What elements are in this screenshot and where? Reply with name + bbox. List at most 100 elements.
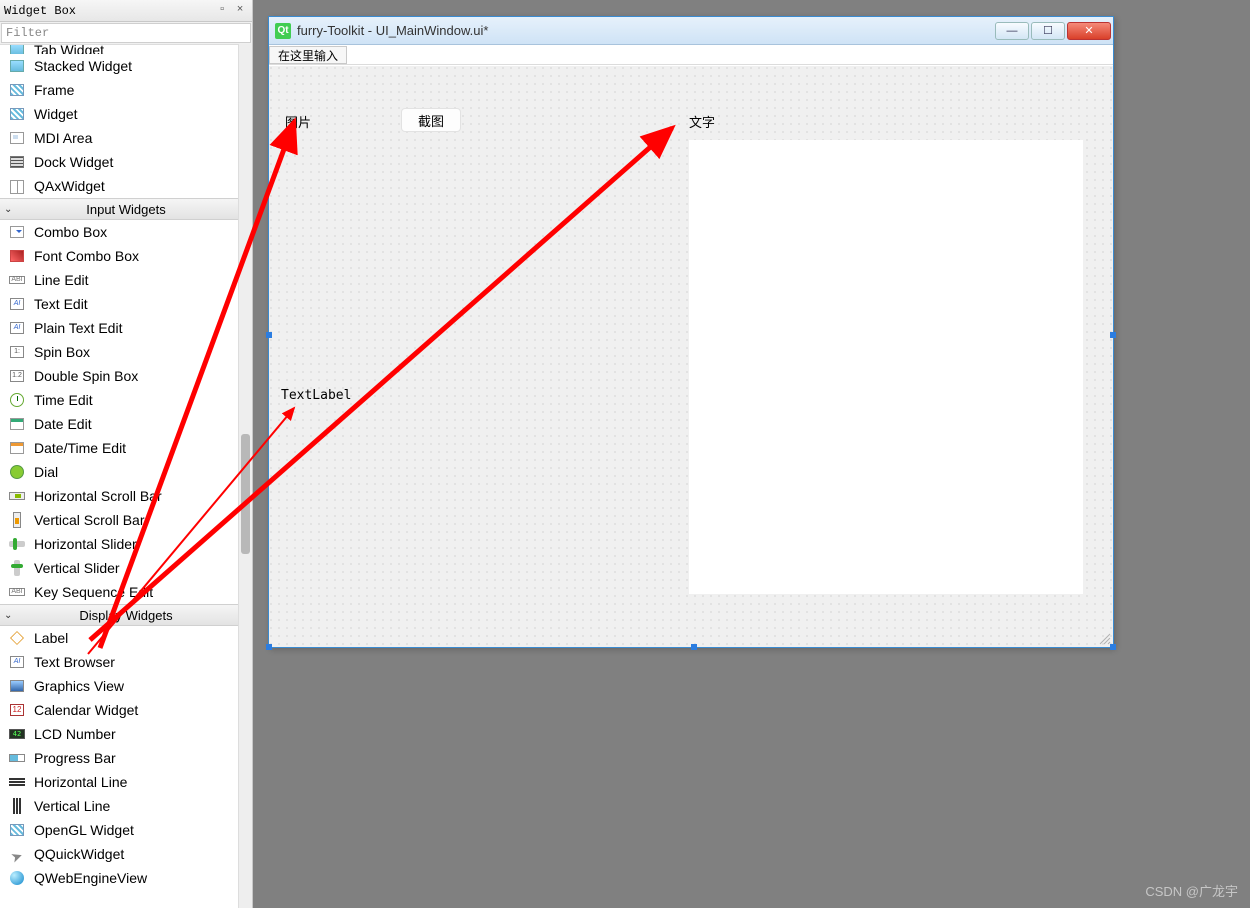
widget-box-close-icon[interactable]: × (232, 3, 248, 19)
frame-icon (8, 82, 26, 98)
widget-item-label: Line Edit (34, 272, 88, 288)
canvas-textlabel[interactable]: TextLabel (281, 388, 351, 403)
widget-item-combo-box[interactable]: Combo Box (0, 220, 252, 244)
dock-widget-icon (8, 154, 26, 170)
size-grip-icon[interactable] (1097, 631, 1111, 645)
qt-logo-icon: Qt (275, 23, 291, 39)
canvas-label-image[interactable]: 图片 (285, 112, 311, 131)
group-header-input-widgets[interactable]: ⌄ Input Widgets (0, 198, 252, 220)
widget-item-qweb[interactable]: QWebEngineView (0, 866, 252, 890)
widget-item-plain-text-edit[interactable]: AIPlain Text Edit (0, 316, 252, 340)
tab-widget-icon (8, 44, 26, 54)
canvas-label-text[interactable]: 文字 (689, 112, 715, 131)
widget-item-label: Dock Widget (34, 154, 113, 170)
widget-item-label: Stacked Widget (34, 58, 132, 74)
text-edit-icon: AI (8, 296, 26, 312)
progress-icon (8, 750, 26, 766)
widget-item-qax-widget[interactable]: QAxWidget (0, 174, 252, 198)
widget-item-label: Date/Time Edit (34, 440, 126, 456)
widget-item-label: Vertical Scroll Bar (34, 512, 144, 528)
widget-item-label: Spin Box (34, 344, 90, 360)
window-maximize-button[interactable]: ☐ (1031, 22, 1065, 40)
widget-item-lcd[interactable]: 42LCD Number (0, 722, 252, 746)
chevron-down-icon: ⌄ (4, 204, 16, 215)
widget-item-label: Frame (34, 82, 74, 98)
widget-item-label: Dial (34, 464, 58, 480)
line-edit-icon: ABI (8, 272, 26, 288)
widget-item-widget[interactable]: Widget (0, 102, 252, 126)
v-line-icon (8, 798, 26, 814)
widget-item-dial[interactable]: Dial (0, 460, 252, 484)
widget-item-graphics-view[interactable]: Graphics View (0, 674, 252, 698)
widget-item-label: Horizontal Slider (34, 536, 137, 552)
widget-box-filter-input[interactable]: Filter (1, 23, 251, 43)
h-scroll-icon (8, 488, 26, 504)
widget-item-label: QAxWidget (34, 178, 105, 194)
widget-item-label: Widget (34, 106, 78, 122)
widget-item-h-scroll[interactable]: Horizontal Scroll Bar (0, 484, 252, 508)
widget-item-label: OpenGL Widget (34, 822, 134, 838)
widget-item-label[interactable]: Label (0, 626, 252, 650)
widget-item-v-line[interactable]: Vertical Line (0, 794, 252, 818)
widget-item-stacked-widget[interactable]: Stacked Widget (0, 54, 252, 78)
spin-box-icon: 1: (8, 344, 26, 360)
mdi-area-icon (8, 130, 26, 146)
font-combo-box-icon (8, 248, 26, 264)
widget-item-font-combo-box[interactable]: Font Combo Box (0, 244, 252, 268)
calendar-icon: 12 (8, 702, 26, 718)
qweb-icon (8, 870, 26, 886)
widget-box-title: Widget Box (4, 4, 212, 18)
dial-icon (8, 464, 26, 480)
designer-titlebar: Qt furry-Toolkit - UI_MainWindow.ui* — ☐… (269, 17, 1113, 45)
widget-item-calendar[interactable]: 12Calendar Widget (0, 698, 252, 722)
menu-type-here[interactable]: 在这里输入 (269, 46, 347, 64)
widget-item-time-edit[interactable]: Time Edit (0, 388, 252, 412)
widget-item-v-slider[interactable]: Vertical Slider (0, 556, 252, 580)
widget-item-double-spin-box[interactable]: 1.2Double Spin Box (0, 364, 252, 388)
widget-item-v-scroll[interactable]: Vertical Scroll Bar (0, 508, 252, 532)
widget-item-label: Tab Widget (34, 44, 104, 54)
key-seq-icon: ABI (8, 584, 26, 600)
group-header-display-widgets[interactable]: ⌄ Display Widgets (0, 604, 252, 626)
widget-icon (8, 106, 26, 122)
widget-item-label: Combo Box (34, 224, 107, 240)
widget-item-dock-widget[interactable]: Dock Widget (0, 150, 252, 174)
designer-window-title: furry-Toolkit - UI_MainWindow.ui* (297, 23, 993, 38)
label-icon (8, 630, 26, 646)
text-browser-icon: AI (8, 654, 26, 670)
watermark: CSDN @广龙宇 (1145, 881, 1238, 900)
filter-placeholder: Filter (6, 26, 49, 40)
widget-item-qquick[interactable]: QQuickWidget (0, 842, 252, 866)
widget-item-tab-widget[interactable]: Tab Widget (0, 44, 252, 54)
widget-item-label: Label (34, 630, 68, 646)
widget-item-text-edit[interactable]: AIText Edit (0, 292, 252, 316)
widget-item-mdi-area[interactable]: MDI Area (0, 126, 252, 150)
widget-item-progress[interactable]: Progress Bar (0, 746, 252, 770)
widget-item-spin-box[interactable]: 1: Spin Box (0, 340, 252, 364)
widget-item-date-edit[interactable]: Date Edit (0, 412, 252, 436)
widget-item-text-browser[interactable]: AIText Browser (0, 650, 252, 674)
widget-box-float-icon[interactable]: ▫ (214, 3, 230, 19)
widget-box-list: Tab Widget Stacked Widget Frame Widget MDI A… (0, 44, 252, 908)
widget-item-datetime-edit[interactable]: Date/Time Edit (0, 436, 252, 460)
widget-item-opengl[interactable]: OpenGL Widget (0, 818, 252, 842)
double-spin-box-icon: 1.2 (8, 368, 26, 384)
canvas-button-screenshot[interactable]: 截图 (401, 108, 461, 132)
widget-item-label: MDI Area (34, 130, 92, 146)
widget-item-frame[interactable]: Frame (0, 78, 252, 102)
window-close-button[interactable]: ✕ (1067, 22, 1111, 40)
window-minimize-button[interactable]: — (995, 22, 1029, 40)
widget-item-key-seq[interactable]: ABIKey Sequence Edit (0, 580, 252, 604)
widget-item-label: Font Combo Box (34, 248, 139, 264)
widget-item-label: Graphics View (34, 678, 124, 694)
widget-item-label: Horizontal Scroll Bar (34, 488, 162, 504)
scrollbar-thumb[interactable] (241, 434, 250, 554)
chevron-down-icon: ⌄ (4, 610, 16, 621)
widget-item-h-slider[interactable]: Horizontal Slider (0, 532, 252, 556)
designer-canvas[interactable]: 图片 截图 文字 TextLabel (269, 66, 1113, 647)
widget-box-scrollbar[interactable] (238, 44, 252, 908)
widget-item-line-edit[interactable]: ABI Line Edit (0, 268, 252, 292)
canvas-text-widget[interactable] (689, 140, 1083, 594)
widget-item-label: QWebEngineView (34, 870, 147, 886)
widget-item-h-line[interactable]: Horizontal Line (0, 770, 252, 794)
